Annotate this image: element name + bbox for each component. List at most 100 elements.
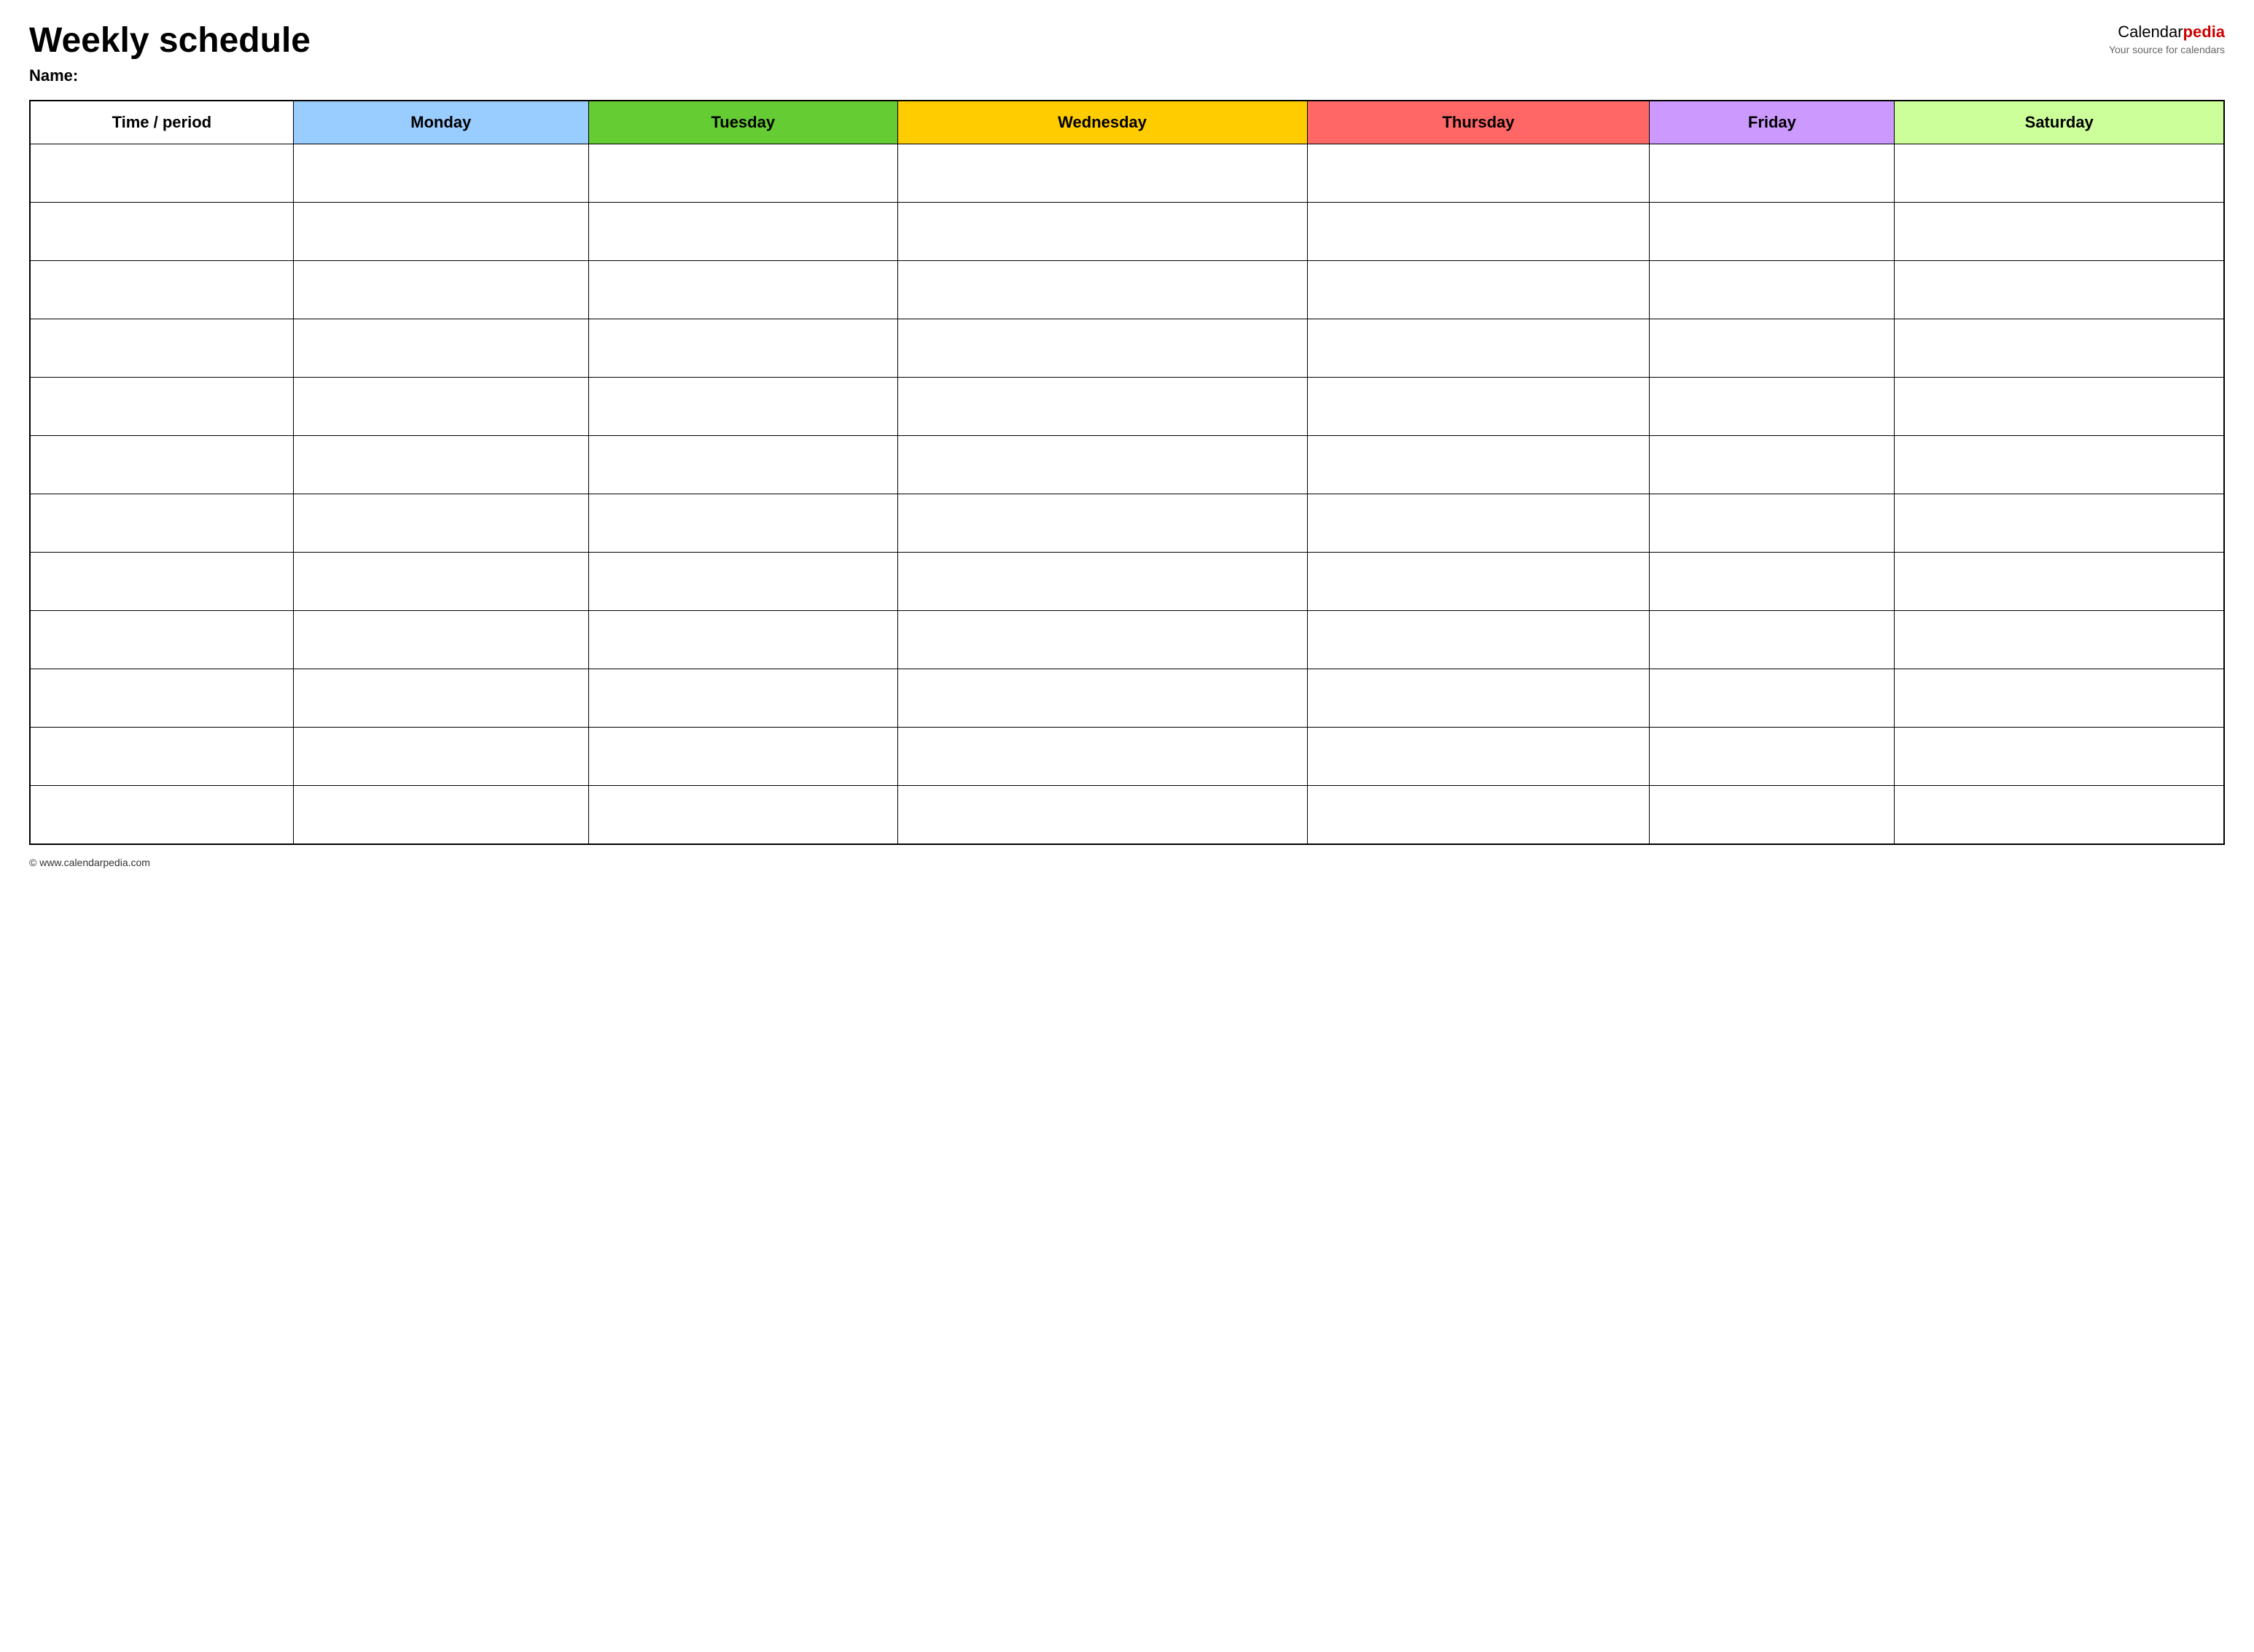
table-row [30,786,2224,844]
table-cell[interactable] [897,786,1307,844]
table-cell[interactable] [1307,728,1650,786]
table-cell[interactable] [293,144,588,203]
table-cell[interactable] [897,319,1307,378]
table-cell[interactable] [1650,378,1895,436]
table-cell[interactable] [293,203,588,261]
table-cell[interactable] [293,261,588,319]
table-cell[interactable] [897,261,1307,319]
table-cell[interactable] [30,144,293,203]
table-cell[interactable] [293,611,588,669]
table-cell[interactable] [30,319,293,378]
table-cell[interactable] [1307,611,1650,669]
table-cell[interactable] [1307,203,1650,261]
table-cell[interactable] [1307,319,1650,378]
table-cell[interactable] [30,203,293,261]
table-cell[interactable] [897,436,1307,494]
table-cell[interactable] [1307,553,1650,611]
table-row [30,728,2224,786]
header-tuesday: Tuesday [589,101,898,144]
table-cell[interactable] [897,553,1307,611]
table-cell[interactable] [589,261,898,319]
table-cell[interactable] [1307,261,1650,319]
table-cell[interactable] [1895,436,2224,494]
table-cell[interactable] [30,669,293,728]
table-cell[interactable] [30,378,293,436]
table-cell[interactable] [1650,611,1895,669]
table-cell[interactable] [1895,786,2224,844]
table-cell[interactable] [30,494,293,553]
table-cell[interactable] [589,203,898,261]
table-cell[interactable] [1650,553,1895,611]
table-cell[interactable] [589,669,898,728]
table-cell[interactable] [1895,494,2224,553]
table-cell[interactable] [1895,728,2224,786]
table-cell[interactable] [589,611,898,669]
table-row [30,611,2224,669]
table-cell[interactable] [1895,319,2224,378]
table-cell[interactable] [30,786,293,844]
table-cell[interactable] [897,728,1307,786]
table-cell[interactable] [1650,144,1895,203]
table-cell[interactable] [589,728,898,786]
table-row [30,203,2224,261]
table-cell[interactable] [1650,728,1895,786]
logo-tagline: Your source for calendars [2109,43,2225,56]
table-cell[interactable] [1650,494,1895,553]
table-cell[interactable] [589,494,898,553]
table-cell[interactable] [897,669,1307,728]
page-title: Weekly schedule [29,22,2109,61]
table-cell[interactable] [30,436,293,494]
table-cell[interactable] [1895,669,2224,728]
table-row [30,436,2224,494]
table-cell[interactable] [1307,378,1650,436]
table-cell[interactable] [589,319,898,378]
table-cell[interactable] [897,203,1307,261]
table-cell[interactable] [1895,261,2224,319]
table-cell[interactable] [1895,553,2224,611]
table-cell[interactable] [897,611,1307,669]
table-cell[interactable] [293,728,588,786]
table-cell[interactable] [589,378,898,436]
table-cell[interactable] [589,553,898,611]
table-cell[interactable] [30,553,293,611]
table-cell[interactable] [1650,786,1895,844]
table-cell[interactable] [1307,786,1650,844]
table-cell[interactable] [1895,378,2224,436]
table-cell[interactable] [897,378,1307,436]
table-cell[interactable] [30,261,293,319]
table-cell[interactable] [589,786,898,844]
table-cell[interactable] [293,378,588,436]
logo-calendar-part: Calendar [2118,23,2183,41]
table-cell[interactable] [1650,203,1895,261]
table-cell[interactable] [1650,436,1895,494]
table-cell[interactable] [293,553,588,611]
table-cell[interactable] [1307,436,1650,494]
table-cell[interactable] [1307,669,1650,728]
table-cell[interactable] [30,611,293,669]
table-cell[interactable] [293,436,588,494]
table-cell[interactable] [1650,319,1895,378]
header-saturday: Saturday [1895,101,2224,144]
table-cell[interactable] [293,669,588,728]
table-cell[interactable] [30,728,293,786]
table-cell[interactable] [293,786,588,844]
table-cell[interactable] [897,494,1307,553]
table-cell[interactable] [1895,611,2224,669]
table-cell[interactable] [589,436,898,494]
schedule-table: Time / period Monday Tuesday Wednesday T… [29,100,2225,845]
table-cell[interactable] [293,319,588,378]
table-cell[interactable] [1650,669,1895,728]
name-label: Name: [29,66,2109,85]
table-row [30,261,2224,319]
table-cell[interactable] [1895,203,2224,261]
table-cell[interactable] [1307,494,1650,553]
logo-area: Calendarpedia Your source for calendars [2109,22,2225,56]
table-cell[interactable] [897,144,1307,203]
table-cell[interactable] [293,494,588,553]
table-cell[interactable] [1307,144,1650,203]
table-cell[interactable] [589,144,898,203]
header-wednesday: Wednesday [897,101,1307,144]
table-cell[interactable] [1895,144,2224,203]
header-thursday: Thursday [1307,101,1650,144]
table-cell[interactable] [1650,261,1895,319]
